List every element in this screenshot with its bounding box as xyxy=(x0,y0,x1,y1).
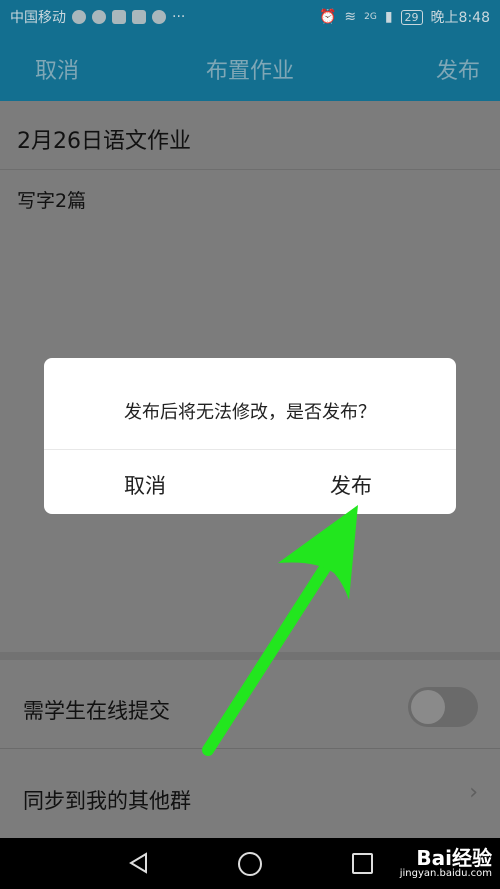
online-submit-label: 需学生在线提交 xyxy=(23,699,170,723)
homework-body-field[interactable]: 写字2篇 xyxy=(17,186,86,213)
recent-apps-icon[interactable] xyxy=(352,853,373,874)
app-bar: 取消 布置作业 发布 xyxy=(0,33,500,101)
sync-groups-row[interactable]: 同步到我的其他群 › xyxy=(0,750,500,838)
signal-bars-icon: ▮ xyxy=(384,9,393,25)
wifi-icon: ≋ xyxy=(344,9,357,25)
status-bar: 中国移动 ··· ⏰ ≋ 2G ▮ 29 晚上8:48 xyxy=(0,0,500,33)
baidu-watermark-logo: Bai经验 xyxy=(416,846,492,870)
video-app-icon xyxy=(132,10,146,24)
dialog-cancel-button[interactable]: 取消 xyxy=(124,470,166,500)
dialog-publish-button[interactable]: 发布 xyxy=(330,470,372,500)
alarm-icon: ⏰ xyxy=(318,9,337,25)
back-icon[interactable] xyxy=(128,852,150,874)
home-icon[interactable] xyxy=(238,852,262,876)
maps-app-icon xyxy=(72,10,86,24)
dialog-message: 发布后将无法修改，是否发布？ xyxy=(124,402,376,423)
baidu-watermark-url: jingyan.baidu.com xyxy=(399,868,492,879)
page-title: 布置作业 xyxy=(205,59,294,84)
divider xyxy=(44,449,456,450)
section-gap xyxy=(0,652,500,660)
chevron-right-icon: › xyxy=(469,780,478,805)
sync-groups-label: 同步到我的其他群 xyxy=(23,789,191,813)
status-right: ⏰ ≋ 2G ▮ 29 晚上8:48 xyxy=(319,7,490,27)
system-nav-bar: Bai经验 jingyan.baidu.com xyxy=(0,838,500,889)
divider xyxy=(0,169,500,170)
online-submit-toggle[interactable] xyxy=(408,687,478,727)
tiktok-app-icon xyxy=(152,10,166,24)
more-notifications-icon: ··· xyxy=(172,9,186,25)
online-submit-row: 需学生在线提交 xyxy=(0,660,500,749)
browser-app-icon xyxy=(92,10,106,24)
header-publish-button[interactable]: 发布 xyxy=(436,53,480,85)
signal-text: 2G xyxy=(364,12,377,22)
shopping-app-icon xyxy=(112,10,126,24)
battery-indicator: 29 xyxy=(400,9,423,25)
divider xyxy=(0,748,500,749)
carrier-name: 中国移动 xyxy=(10,10,66,26)
homework-title-field[interactable]: 2月26日语文作业 xyxy=(17,123,191,155)
clock: 晚上8:48 xyxy=(430,10,490,26)
publish-confirm-dialog: 发布后将无法修改，是否发布？ 取消 发布 xyxy=(44,358,456,514)
status-left: 中国移动 ··· xyxy=(10,7,185,27)
toggle-knob xyxy=(411,690,445,724)
settings-section: 需学生在线提交 同步到我的其他群 › xyxy=(0,660,500,838)
